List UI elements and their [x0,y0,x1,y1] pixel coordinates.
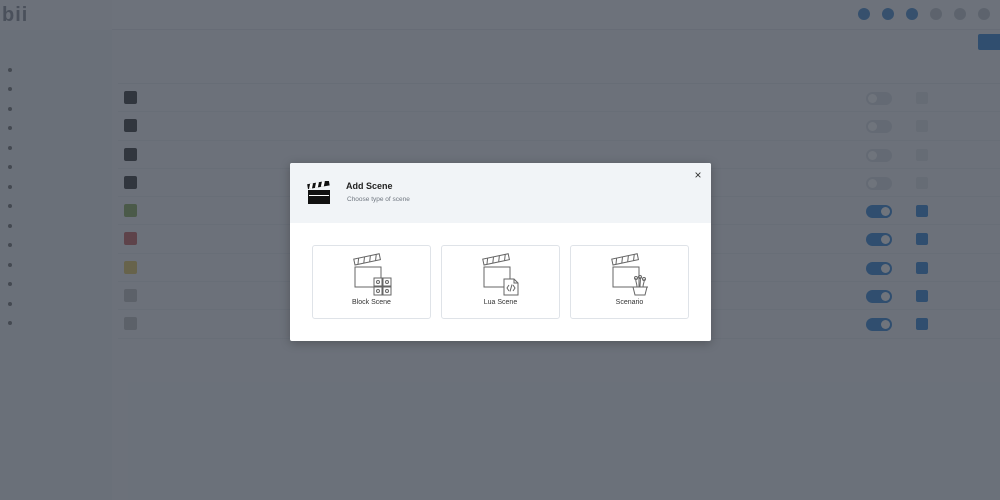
block-scene-label: Block Scene [352,299,391,306]
close-button[interactable]: × [691,168,705,182]
scenario-option[interactable]: Scenario [570,245,689,319]
scene-type-options: Block Scene Lua Scene Scenario [312,245,690,319]
dialog-subtitle: Choose type of scene [347,196,410,203]
dialog-header: Add Scene Choose type of scene × [290,163,711,223]
add-scene-dialog: Add Scene Choose type of scene × Block S… [290,163,711,341]
dialog-title: Add Scene [346,181,393,191]
scenario-label: Scenario [615,299,644,306]
lua-scene-label: Lua Scene [483,299,518,306]
lua-scene-option[interactable]: Lua Scene [441,245,560,319]
clapperboard-icon [307,180,331,205]
block-scene-option[interactable]: Block Scene [312,245,431,319]
